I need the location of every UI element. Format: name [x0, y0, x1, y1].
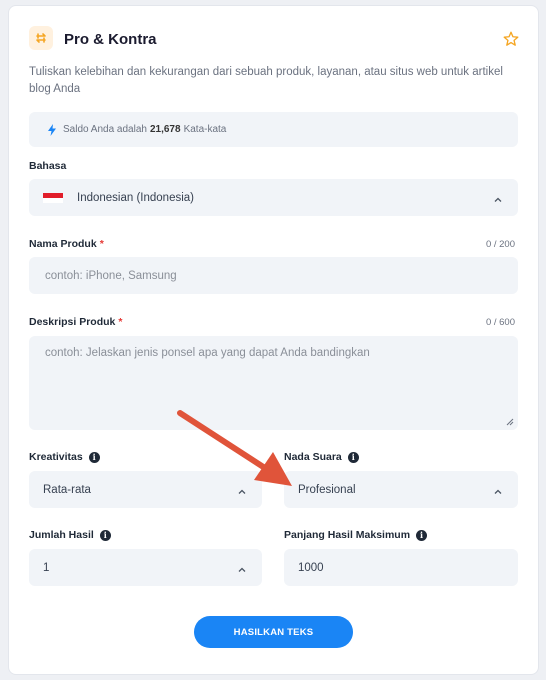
language-select[interactable]: Indonesian (Indonesia) [29, 179, 518, 216]
tone-select[interactable]: Profesional [284, 471, 518, 508]
product-desc-placeholder: contoh: Jelaskan jenis ponsel apa yang d… [45, 347, 370, 359]
lightning-icon [48, 123, 56, 136]
swap-icon [29, 26, 53, 50]
required-marker: * [118, 316, 123, 328]
product-name-label: Nama Produk * [29, 238, 104, 250]
tone-label-text: Nada Suara [284, 451, 342, 463]
required-marker: * [99, 238, 104, 250]
creativity-label: Kreativitas i [29, 451, 100, 463]
max-length-label: Panjang Hasil Maksimum i [284, 529, 428, 541]
max-length-label-text: Panjang Hasil Maksimum [284, 529, 411, 541]
info-icon[interactable]: i [416, 529, 428, 541]
chevron-up-icon [238, 567, 246, 572]
page-title: Pro & Kontra [64, 31, 157, 48]
result-count-label-text: Jumlah Hasil [29, 529, 94, 541]
creativity-value: Rata-rata [43, 483, 91, 496]
language-value: Indonesian (Indonesia) [77, 191, 194, 204]
product-name-counter: 0 / 200 [485, 239, 515, 250]
chevron-up-icon [494, 489, 502, 494]
generate-text-button[interactable]: HASILKAN TEKS [194, 616, 353, 648]
chevron-up-icon [238, 489, 246, 494]
tone-value: Profesional [298, 483, 356, 496]
product-name-label-text: Nama Produk [29, 238, 97, 250]
creativity-select[interactable]: Rata-rata [29, 471, 262, 508]
tone-label: Nada Suara i [284, 451, 359, 463]
balance-amount: 21,678 [149, 124, 181, 135]
chevron-up-icon [494, 197, 502, 202]
balance-prefix: Saldo Anda adalah [63, 124, 147, 135]
product-desc-textarea[interactable]: contoh: Jelaskan jenis ponsel apa yang d… [29, 336, 518, 430]
language-label-text: Bahasa [29, 160, 67, 172]
star-icon[interactable] [502, 30, 520, 48]
product-name-placeholder: contoh: iPhone, Samsung [45, 269, 177, 282]
result-count-value: 1 [43, 561, 50, 574]
info-icon[interactable]: i [88, 451, 100, 463]
max-length-value: 1000 [298, 561, 324, 574]
page-description: Tuliskan kelebihan dan kekurangan dari s… [29, 66, 503, 95]
max-length-input[interactable]: 1000 [284, 549, 518, 586]
info-icon[interactable]: i [99, 529, 111, 541]
pro-kontra-card: Pro & Kontra Tuliskan kelebihan dan keku… [8, 5, 539, 675]
balance-banner: Saldo Anda adalah 21,678 Kata-kata [29, 112, 518, 147]
product-name-input[interactable]: contoh: iPhone, Samsung [29, 257, 518, 294]
result-count-select[interactable]: 1 [29, 549, 262, 586]
resize-handle-icon[interactable] [506, 418, 514, 426]
balance-suffix: Kata-kata [183, 124, 227, 135]
language-label: Bahasa [29, 160, 66, 172]
creativity-label-text: Kreativitas [29, 451, 83, 463]
info-icon[interactable]: i [347, 451, 359, 463]
indonesia-flag-icon [43, 192, 63, 203]
product-desc-label-text: Deskripsi Produk [29, 316, 116, 328]
product-desc-counter: 0 / 600 [485, 317, 515, 328]
result-count-label: Jumlah Hasil i [29, 529, 111, 541]
product-desc-label: Deskripsi Produk * [29, 316, 122, 328]
